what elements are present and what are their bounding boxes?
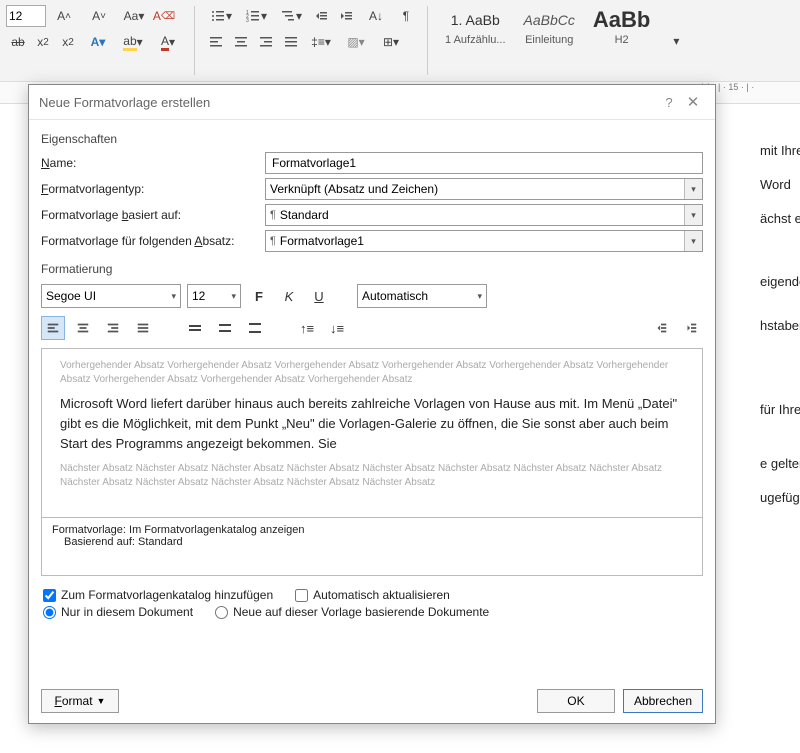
justify-button[interactable]	[131, 316, 155, 340]
paragraph-icon: ¶	[270, 209, 276, 221]
spacing-double-button[interactable]	[243, 316, 267, 340]
type-label: Formatvorlagentyp:	[41, 182, 251, 196]
space-before-down-button[interactable]: ↓≡	[325, 316, 349, 340]
preview-ghost-after: Nächster Absatz Nächster Absatz Nächster…	[60, 462, 684, 489]
italic-button[interactable]: K	[277, 284, 301, 308]
font-family-combo[interactable]: Segoe UI▾	[41, 284, 181, 308]
style-item[interactable]: 1. AaBb 1 Aufzählu...	[445, 6, 506, 75]
increase-indent-icon[interactable]	[334, 4, 358, 28]
change-case-icon[interactable]: Aa▾	[117, 4, 151, 28]
name-label: Name:	[41, 156, 251, 170]
align-center-icon[interactable]	[229, 30, 253, 54]
chevron-down-icon: ▾	[684, 179, 702, 199]
preview-sample-text: Microsoft Word liefert darüber hinaus au…	[60, 394, 684, 454]
bullets-icon[interactable]: ▾	[204, 4, 238, 28]
strikethrough-icon[interactable]: ab	[6, 30, 30, 54]
add-to-gallery-checkbox[interactable]: Zum Formatvorlagenkatalog hinzufügen	[43, 588, 273, 602]
decrease-indent-icon[interactable]	[309, 4, 333, 28]
align-left-icon[interactable]	[204, 30, 228, 54]
text-effects-icon[interactable]: A▾	[81, 30, 115, 54]
chevron-down-icon: ▾	[471, 291, 482, 302]
spacing-single-button[interactable]	[183, 316, 207, 340]
only-this-doc-radio[interactable]: Nur in diesem Dokument	[43, 605, 193, 619]
type-combo[interactable]: Verknüpft (Absatz und Zeichen)▾	[265, 178, 703, 200]
close-icon[interactable]: ✕	[681, 93, 705, 111]
section-format-label: Formatierung	[41, 262, 703, 276]
following-label: Formatvorlage für folgenden Absatz:	[41, 234, 251, 248]
shrink-font-icon[interactable]: A˅	[82, 4, 116, 28]
sort-icon[interactable]: A↓	[359, 4, 393, 28]
new-template-docs-radio[interactable]: Neue auf dieser Vorlage basierende Dokum…	[215, 605, 489, 619]
font-color-icon[interactable]: A▾	[151, 30, 185, 54]
ribbon: A˄ A˅ Aa▾ A⌫ ab x2 x2 A▾ ab▾ A▾ ▾ 123▾ ▾…	[0, 0, 800, 82]
paragraph-icon: ¶	[270, 235, 276, 247]
new-style-dialog: Neue Formatvorlage erstellen ? ✕ Eigensc…	[28, 84, 716, 724]
font-size-select[interactable]	[6, 5, 46, 27]
chevron-down-icon: ▾	[684, 231, 702, 251]
following-combo[interactable]: ¶Formatvorlage1▾	[265, 230, 703, 252]
indent-decrease-button[interactable]	[649, 316, 673, 340]
underline-button[interactable]: U	[307, 284, 331, 308]
justify-icon[interactable]	[279, 30, 303, 54]
spacing-15-button[interactable]	[213, 316, 237, 340]
style-item[interactable]: AaBb H2	[593, 6, 650, 75]
style-info-box: Formatvorlage: Im Formatvorlagenkatalog …	[41, 518, 703, 576]
styles-gallery[interactable]: 1. AaBb 1 Aufzählu... AaBbCc Einleitung …	[435, 2, 660, 79]
preview-ghost-before: Vorhergehender Absatz Vorhergehender Abs…	[60, 359, 684, 386]
chevron-down-icon: ▾	[225, 291, 236, 302]
dialog-title: Neue Formatvorlage erstellen	[39, 95, 657, 110]
format-button[interactable]: Format▼	[41, 689, 119, 713]
line-spacing-icon[interactable]: ‡≡▾	[304, 30, 338, 54]
dialog-titlebar: Neue Formatvorlage erstellen ? ✕	[29, 85, 715, 120]
clear-formatting-icon[interactable]: A⌫	[152, 4, 176, 28]
grow-font-icon[interactable]: A˄	[47, 4, 81, 28]
font-size-combo[interactable]: 12▾	[187, 284, 241, 308]
align-right-button[interactable]	[101, 316, 125, 340]
highlight-icon[interactable]: ab▾	[116, 30, 150, 54]
align-right-icon[interactable]	[254, 30, 278, 54]
section-properties-label: Eigenschaften	[41, 132, 703, 146]
multilevel-icon[interactable]: ▾	[274, 4, 308, 28]
name-input[interactable]	[265, 152, 703, 174]
svg-text:3: 3	[246, 18, 249, 24]
style-item[interactable]: AaBbCc Einleitung	[524, 6, 575, 75]
indent-increase-button[interactable]	[679, 316, 703, 340]
help-icon[interactable]: ?	[657, 95, 681, 110]
preview-box: Vorhergehender Absatz Vorhergehender Abs…	[41, 348, 703, 518]
superscript-icon[interactable]: x2	[56, 30, 80, 54]
borders-icon[interactable]: ⊞▾	[374, 30, 408, 54]
numbering-icon[interactable]: 123▾	[239, 4, 273, 28]
styles-more-icon[interactable]: ▾	[664, 29, 688, 53]
align-center-button[interactable]	[71, 316, 95, 340]
shading-icon[interactable]: ▨▾	[339, 30, 373, 54]
bold-button[interactable]: F	[247, 284, 271, 308]
ok-button[interactable]: OK	[537, 689, 615, 713]
auto-update-checkbox[interactable]: Automatisch aktualisieren	[295, 588, 450, 602]
show-marks-icon[interactable]: ¶	[394, 4, 418, 28]
subscript-icon[interactable]: x2	[31, 30, 55, 54]
space-before-up-button[interactable]: ↑≡	[295, 316, 319, 340]
chevron-down-icon: ▾	[165, 291, 176, 302]
cancel-button[interactable]: Abbrechen	[623, 689, 703, 713]
based-on-label: Formatvorlage basiert auf:	[41, 208, 251, 222]
align-left-button[interactable]	[41, 316, 65, 340]
chevron-down-icon: ▾	[684, 205, 702, 225]
based-on-combo[interactable]: ¶Standard▾	[265, 204, 703, 226]
font-color-combo[interactable]: Automatisch▾	[357, 284, 487, 308]
